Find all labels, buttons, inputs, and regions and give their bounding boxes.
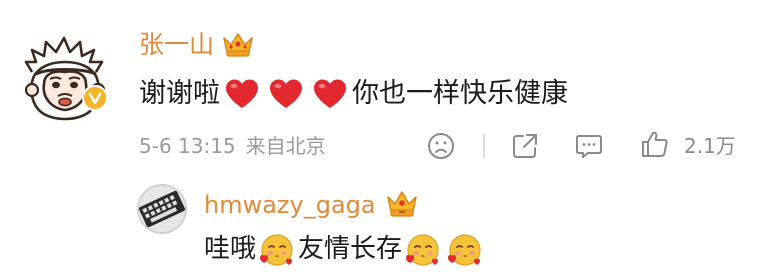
verified-v-badge-icon — [82, 85, 108, 111]
crown-icon[interactable] — [385, 188, 419, 218]
crown-icon[interactable] — [220, 30, 256, 58]
thumbs-up-icon[interactable] — [640, 129, 670, 159]
comment-location: 来自北京 — [245, 134, 326, 158]
divider — [483, 134, 485, 158]
reply-username[interactable]: hmwazy_gaga — [204, 188, 376, 222]
reply-text-end: 友情长存 — [298, 234, 403, 264]
like-count: 2.1万 — [684, 134, 736, 158]
comment-text-end: 你也一样快乐健康 — [352, 78, 568, 109]
comment-text-start: 谢谢啦 — [139, 78, 220, 109]
username[interactable]: 张一山 — [139, 27, 214, 63]
red-heart-emoji-icon — [314, 79, 346, 108]
comment-content: 谢谢啦 你也一样快乐健康 — [139, 72, 568, 116]
comment-bubble-icon[interactable] — [574, 131, 604, 161]
share-icon[interactable] — [510, 131, 540, 161]
blowing-kiss-emoji-icon — [260, 234, 293, 266]
frown-face-icon[interactable] — [426, 131, 456, 161]
red-heart-emoji-icon — [270, 79, 302, 108]
comment-meta: 5-6 13:15 来自北京 — [139, 131, 326, 161]
red-heart-emoji-icon — [226, 79, 258, 108]
weibo-comment-thread: 张一山 谢谢啦 你也一样快乐健康 5-6 13:15 来自北京 2.1万 hmw… — [0, 0, 768, 276]
comment-date: 5-6 13:15 — [139, 134, 236, 158]
reply-avatar[interactable] — [137, 184, 187, 234]
keyboard-avatar-icon — [137, 184, 187, 234]
reply-content: 哇哦 友情长存 — [204, 227, 486, 271]
reply-text-start: 哇哦 — [204, 234, 257, 264]
blowing-kiss-emoji-icon — [406, 234, 439, 266]
blowing-kiss-emoji-icon — [448, 234, 481, 266]
